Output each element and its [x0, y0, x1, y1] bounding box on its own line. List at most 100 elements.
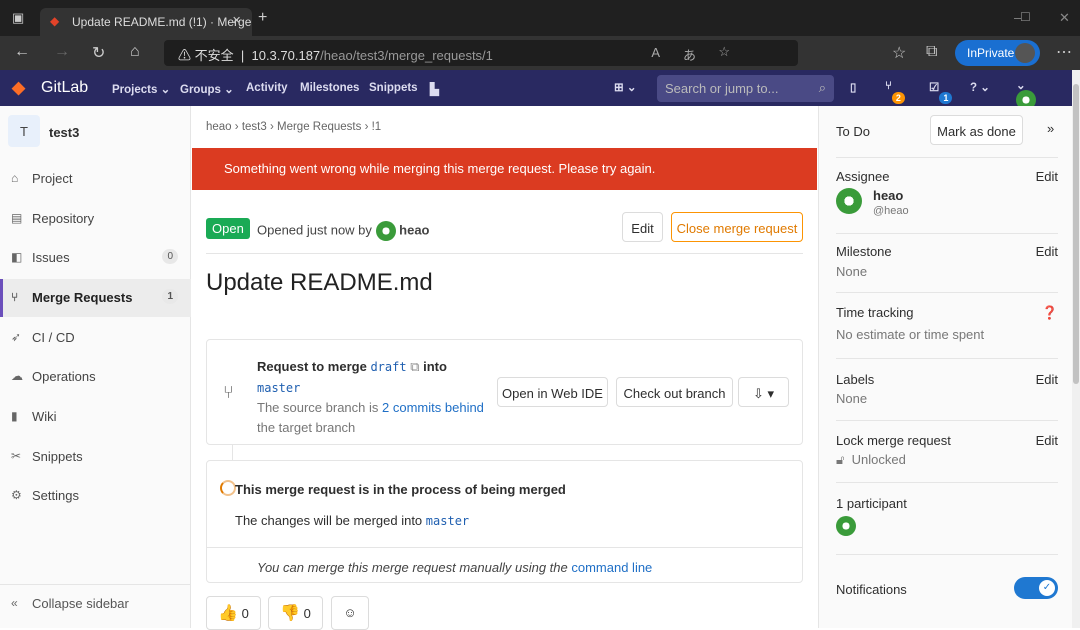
command-line-link[interactable]: command line: [571, 560, 652, 575]
assignee-name[interactable]: heao: [873, 188, 903, 203]
breadcrumb-item[interactable]: Merge Requests: [277, 121, 361, 133]
security-label: 不安全: [194, 48, 234, 63]
breadcrumb-item[interactable]: !1: [372, 121, 382, 133]
copy-icon[interactable]: ⧉: [410, 359, 419, 374]
sidebar-item-snippets[interactable]: ✂ Snippets: [0, 438, 191, 476]
thumbs-down-icon: 👎: [280, 605, 301, 622]
author-name[interactable]: heao: [399, 222, 429, 237]
user-avatar[interactable]: ⌄: [1016, 78, 1036, 110]
add-favorite-icon[interactable]: ☆: [718, 44, 730, 60]
unlock-icon: 🔓︎: [836, 452, 845, 467]
sidebar-item-repository[interactable]: ▤ Repository: [0, 200, 191, 238]
merged-target-branch[interactable]: master: [426, 514, 469, 528]
thumbs-up-button[interactable]: 👍 0: [206, 596, 261, 630]
inprivate-button[interactable]: InPrivate: [955, 40, 1040, 66]
edit-button[interactable]: Edit: [622, 212, 663, 242]
todo-count-badge: 1: [939, 92, 953, 104]
behind-text: The source branch is: [257, 400, 379, 415]
refresh-icon[interactable]: ↻: [92, 43, 105, 63]
maximize-icon[interactable]: ☐: [1020, 10, 1031, 24]
checkout-branch-button[interactable]: Check out branch: [616, 377, 733, 407]
author-avatar[interactable]: [375, 221, 396, 241]
behind-text-end: the target branch: [257, 419, 356, 435]
mr-widget-merging: This merge request is in the process of …: [206, 460, 803, 583]
close-tab-icon[interactable]: ✕: [232, 14, 241, 27]
close-mr-button[interactable]: Close merge request: [671, 212, 803, 242]
sidebar-item-merge-requests[interactable]: ⑂ Merge Requests 1: [0, 279, 191, 317]
todos-icon[interactable]: ☑ 1: [929, 80, 953, 104]
notifications-toggle[interactable]: ✓: [1014, 577, 1058, 599]
page-title: Update README.md: [206, 269, 433, 296]
sidebar-item-label: Merge Requests: [32, 290, 133, 305]
thumbs-down-count: 0: [303, 606, 311, 621]
collections-icon[interactable]: ⧉: [926, 43, 937, 61]
smiley-icon: ☺: [343, 605, 357, 620]
nav-milestones[interactable]: Milestones: [300, 82, 359, 94]
sidebar-item-project[interactable]: ⌂ Project: [0, 160, 191, 198]
collapse-icon: «: [11, 596, 18, 610]
thumbs-down-button[interactable]: 👎 0: [268, 596, 323, 630]
nav-activity[interactable]: Activity: [246, 82, 288, 94]
gitlab-logo-icon[interactable]: ◆: [12, 78, 25, 98]
web-ide-icon[interactable]: ▯: [850, 80, 856, 94]
open-web-ide-button[interactable]: Open in Web IDE: [497, 377, 608, 407]
add-reaction-button[interactable]: ☺: [331, 596, 369, 630]
sidebar-item-wiki[interactable]: ▮ Wiki: [0, 398, 191, 436]
right-sidebar: To Do Mark as done » Assignee Edit heao @…: [818, 106, 1072, 628]
help-icon[interactable]: ? ⌄: [970, 80, 990, 94]
new-tab-icon[interactable]: +: [258, 9, 267, 27]
read-aloud-icon[interactable]: A: [651, 45, 660, 60]
forward-icon[interactable]: →: [54, 43, 70, 61]
url-field[interactable]: ⚠ 不安全 | 10.3.70.187/heao/test3/merge_req…: [164, 40, 798, 66]
nav-projects[interactable]: Projects ⌄: [112, 82, 170, 96]
project-avatar[interactable]: T: [8, 115, 40, 147]
source-branch[interactable]: draft: [370, 360, 406, 374]
participant-avatar[interactable]: [836, 516, 856, 536]
nav-snippets[interactable]: Snippets: [369, 82, 418, 94]
chart-icon[interactable]: ▙: [430, 82, 439, 96]
merge-requests-nav-icon[interactable]: ⑂ 2: [885, 80, 905, 104]
sidebar-item-label: Repository: [32, 211, 95, 226]
mark-as-done-button[interactable]: Mark as done: [930, 115, 1023, 145]
tab-title: Update README.md (!1) · Merge: [72, 15, 252, 29]
opened-by: Opened just now by heao: [257, 221, 430, 241]
favorites-icon[interactable]: ☆: [892, 43, 906, 63]
breadcrumb-item[interactable]: heao: [206, 121, 232, 133]
labels-edit[interactable]: Edit: [1036, 372, 1058, 387]
download-dropdown[interactable]: ⇩ ▾: [738, 377, 789, 407]
home-icon[interactable]: ⌂: [130, 43, 140, 61]
close-window-icon[interactable]: ✕: [1059, 10, 1070, 26]
rocket-icon: ➶: [11, 330, 22, 344]
sidebar-item-settings[interactable]: ⚙ Settings: [0, 477, 191, 515]
assignee-edit[interactable]: Edit: [1036, 169, 1058, 184]
collapse-sidebar-button[interactable]: « Collapse sidebar: [0, 584, 191, 622]
milestone-edit[interactable]: Edit: [1036, 244, 1058, 259]
mr-widget-header: ⑂ Request to merge draft ⧉ into master T…: [206, 339, 803, 445]
lock-edit[interactable]: Edit: [1036, 433, 1058, 448]
assignee-avatar[interactable]: [836, 188, 862, 214]
gitlab-brand[interactable]: GitLab: [41, 79, 88, 97]
collapse-right-sidebar-icon[interactable]: »: [1047, 121, 1054, 136]
back-icon[interactable]: ←: [14, 43, 30, 61]
translate-icon[interactable]: あ: [683, 45, 696, 64]
sidebar-item-operations[interactable]: ☁ Operations: [0, 358, 191, 396]
project-name[interactable]: test3: [49, 125, 79, 140]
nav-groups[interactable]: Groups ⌄: [180, 82, 234, 96]
merge-icon: ⑂: [11, 290, 19, 304]
thumbs-up-icon: 👍: [218, 605, 239, 622]
sidebar-item-issues[interactable]: ◧ Issues 0: [0, 239, 191, 277]
target-branch[interactable]: master: [257, 381, 300, 395]
sidebar-item-ci-cd[interactable]: ➶ CI / CD: [0, 319, 191, 357]
scrollbar-thumb[interactable]: [1073, 84, 1079, 384]
browser-tab[interactable]: ◆ Update README.md (!1) · Merge: [40, 8, 252, 36]
tab-actions-icon[interactable]: ▣: [12, 10, 24, 26]
sidebar-item-label: Settings: [32, 488, 79, 503]
commits-behind-link[interactable]: 2 commits behind: [382, 400, 484, 415]
search-input[interactable]: Search or jump to... ⌕: [657, 75, 834, 102]
merged-into-text: The changes will be merged into: [235, 513, 423, 528]
breadcrumb-item[interactable]: test3: [242, 121, 267, 133]
time-tracking-value: No estimate or time spent: [836, 327, 985, 342]
help-icon[interactable]: ❓: [1042, 305, 1058, 321]
new-item-icon[interactable]: ⊞ ⌄: [614, 80, 636, 94]
more-icon[interactable]: ⋯: [1056, 42, 1072, 62]
